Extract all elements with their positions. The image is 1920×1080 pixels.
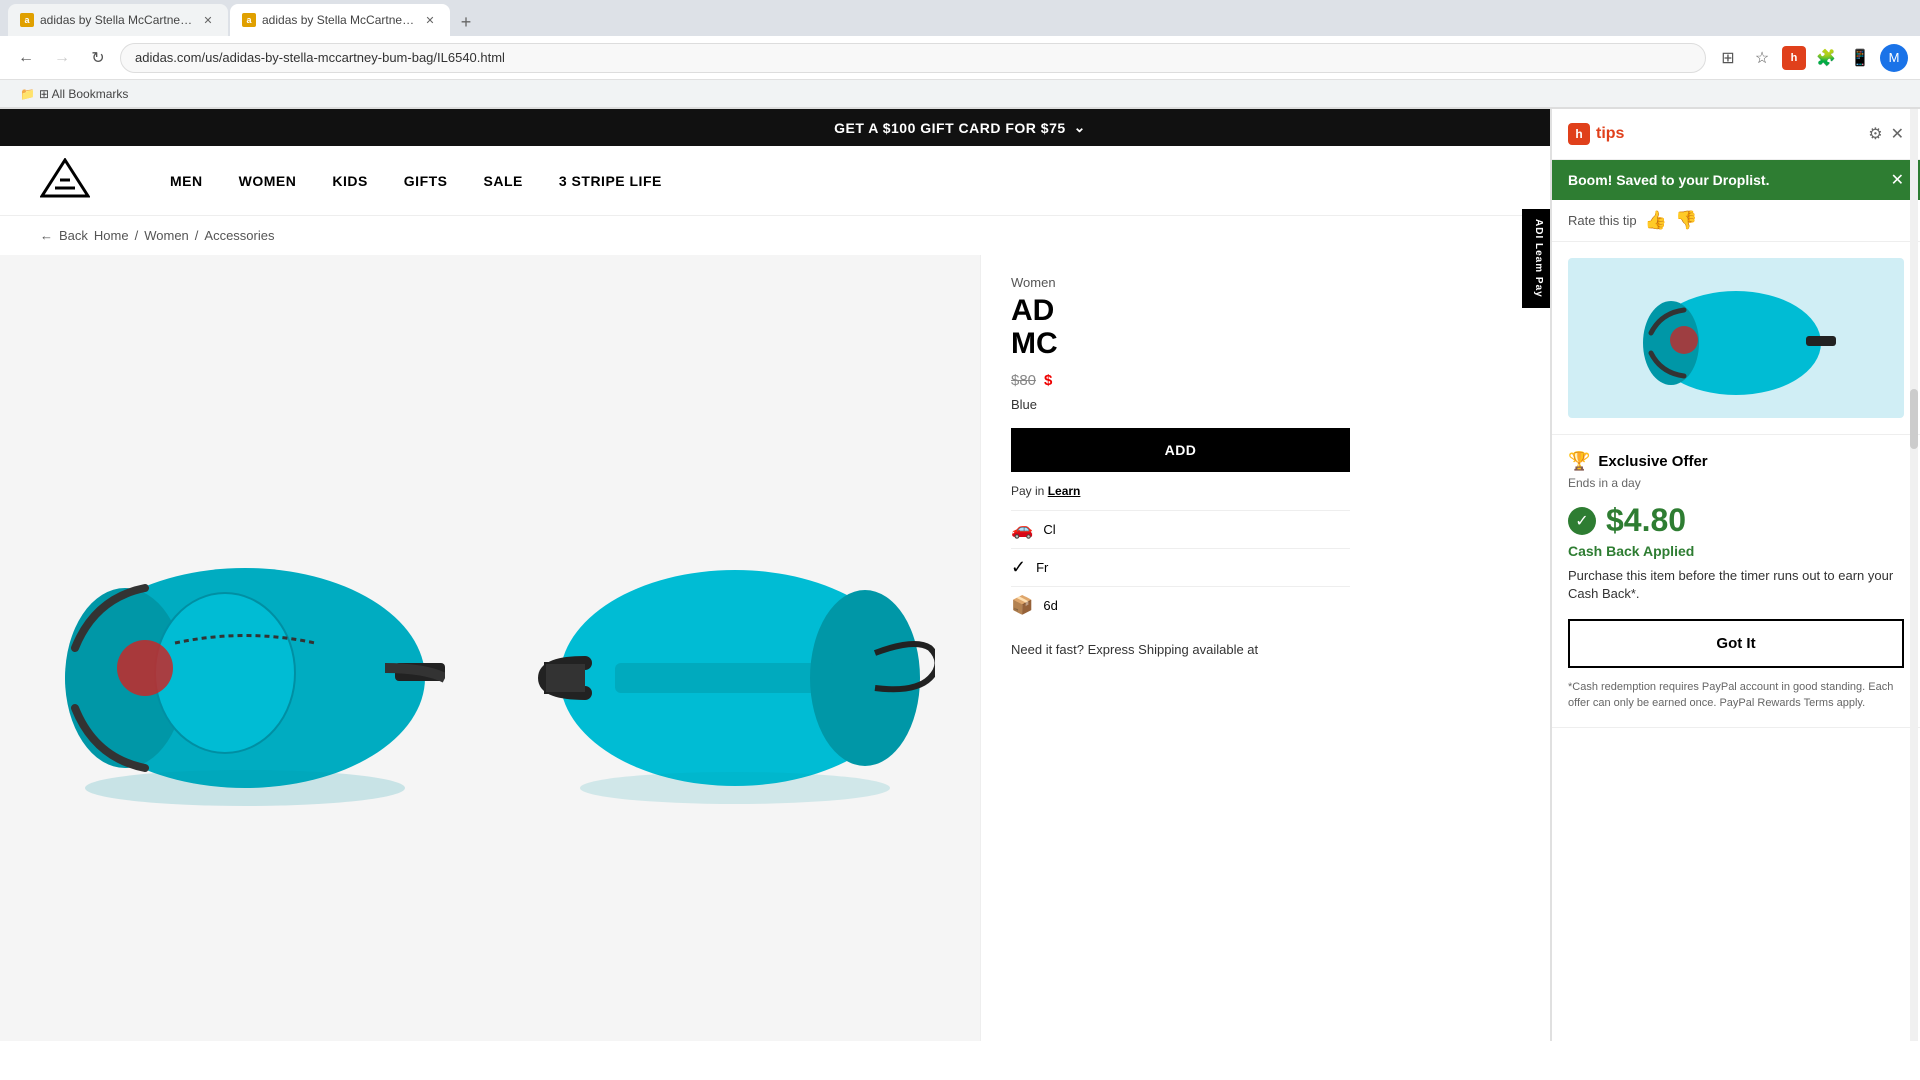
preview-image — [1568, 258, 1904, 418]
feature-icon-3: 📦 — [1011, 595, 1033, 616]
bookmark-star[interactable]: ☆ — [1748, 44, 1776, 72]
pay-options: Pay in Learn — [1011, 484, 1350, 498]
tab-1[interactable]: a adidas by Stella McCartney Bum... ✕ — [8, 4, 228, 36]
puzzle-icon[interactable]: 🧩 — [1812, 44, 1840, 72]
product-area: Women AD MC $80 $ Blue ADD Pay in Learn … — [0, 255, 1920, 1041]
bookmarks-bar: 📁 ⊞ All Bookmarks — [0, 80, 1920, 108]
refresh-button[interactable]: ↻ — [84, 44, 112, 72]
tips-panel: h tips ⚙ ✕ Boom! Saved to your Droplist.… — [1550, 255, 1920, 1041]
address-bar: ← → ↻ ⊞ ☆ h 🧩 📱 M — [0, 36, 1920, 80]
back-button[interactable]: ← — [12, 44, 40, 72]
adidas-logo-svg — [40, 158, 90, 198]
browser-chrome: a adidas by Stella McCartney Bum... ✕ a … — [0, 0, 1920, 109]
promo-chevron: ⌄ — [1074, 119, 1086, 136]
product-image-right — [490, 255, 980, 1041]
panel-scrollable: Boom! Saved to your Droplist. ✕ Rate thi… — [1552, 255, 1920, 1041]
tab-2-close[interactable]: ✕ — [422, 12, 438, 28]
page-content: GET A $100 GIFT CARD FOR $75 ⌄ MEN WOMEN… — [0, 109, 1920, 1041]
pay-text: Pay in — [1011, 484, 1044, 498]
url-field[interactable] — [120, 43, 1706, 73]
nav-stripe-life[interactable]: 3 STRIPE LIFE — [559, 173, 662, 189]
feature-icon-1: 🚗 — [1011, 519, 1033, 540]
offer-header: 🏆 Exclusive Offer — [1568, 451, 1904, 472]
offer-card: 🏆 Exclusive Offer Ends in a day ✓ $4.80 … — [1552, 435, 1920, 728]
cashback-amount-text: $4.80 — [1606, 502, 1686, 539]
offer-title: Exclusive Offer — [1598, 453, 1707, 470]
bag-image-right — [490, 255, 980, 1041]
extensions-button[interactable]: ⊞ — [1714, 44, 1742, 72]
product-title: AD MC — [1011, 294, 1350, 360]
feature-text-3: 6d — [1043, 598, 1057, 613]
tab-2[interactable]: a adidas by Stella McCartney Bum... ✕ — [230, 4, 450, 36]
profile-avatar[interactable]: M — [1880, 44, 1908, 72]
product-title-line1: AD — [1011, 294, 1350, 327]
adidas-logo[interactable] — [40, 158, 90, 203]
nav-gifts[interactable]: GIFTS — [404, 173, 448, 189]
nav-men[interactable]: MEN — [170, 173, 203, 189]
breadcrumb-home[interactable]: Home — [94, 228, 129, 243]
bag-svg-left — [45, 478, 445, 818]
promo-text: GET A $100 GIFT CARD FOR $75 — [834, 120, 1066, 136]
tab-2-title: adidas by Stella McCartney Bum... — [262, 13, 416, 27]
product-images — [0, 255, 980, 1041]
color-label: Blue — [1011, 397, 1350, 412]
side-accent-dark[interactable]: ADI Leam Pay — [1522, 255, 1550, 308]
tab-1-close[interactable]: ✕ — [200, 12, 216, 28]
learn-more-link[interactable]: Learn — [1048, 484, 1081, 498]
feature-item-3: 📦 6d — [1011, 586, 1350, 624]
product-details: Women AD MC $80 $ Blue ADD Pay in Learn … — [980, 255, 1380, 1041]
product-price: $80 $ — [1011, 372, 1350, 389]
bookmarks-folder-icon: 📁 — [20, 87, 35, 101]
nav-women[interactable]: WOMEN — [239, 173, 297, 189]
got-it-button[interactable]: Got It — [1568, 619, 1904, 668]
cashback-description: Purchase this item before the timer runs… — [1568, 567, 1904, 603]
new-tab-button[interactable]: + — [452, 8, 480, 36]
add-to-bag-button[interactable]: ADD — [1011, 428, 1350, 472]
product-preview — [1552, 255, 1920, 435]
offer-subtitle: Ends in a day — [1568, 476, 1904, 490]
nav-sale[interactable]: SALE — [484, 173, 523, 189]
honey-toolbar-icon[interactable]: h — [1782, 46, 1806, 70]
back-arrow-icon: ← — [40, 228, 53, 243]
offer-badge-icon: 🏆 — [1568, 451, 1590, 472]
breadcrumb-sep-1: / — [135, 228, 139, 243]
bag-svg-right — [535, 478, 935, 818]
back-link[interactable]: Back — [59, 228, 88, 243]
nav-kids[interactable]: KIDS — [332, 173, 367, 189]
tab-1-title: adidas by Stella McCartney Bum... — [40, 13, 194, 27]
need-fast-text: Need it fast? Express Shipping available… — [1011, 640, 1350, 660]
preview-bag-svg — [1636, 268, 1836, 408]
toolbar-icons: ⊞ ☆ h 🧩 📱 M — [1714, 44, 1908, 72]
bag-image-left — [0, 255, 490, 1041]
panel-scrollbar[interactable] — [1910, 255, 1918, 1041]
check-circle-icon: ✓ — [1568, 507, 1596, 535]
feature-text-1: Cl — [1043, 522, 1055, 537]
tab-1-favicon: a — [20, 13, 34, 27]
cashback-label: Cash Back Applied — [1568, 543, 1904, 559]
breadcrumb-accessories[interactable]: Accessories — [204, 228, 274, 243]
forward-button[interactable]: → — [48, 44, 76, 72]
breadcrumb-women[interactable]: Women — [144, 228, 189, 243]
feature-item-1: 🚗 Cl — [1011, 510, 1350, 548]
features-list: 🚗 Cl ✓ Fr 📦 6d — [1011, 510, 1350, 624]
feature-item-2: ✓ Fr — [1011, 548, 1350, 586]
panel-scrollbar-thumb — [1910, 389, 1918, 449]
feature-icon-2: ✓ — [1011, 557, 1026, 578]
product-category: Women — [1011, 275, 1350, 290]
product-title-line2: MC — [1011, 327, 1350, 360]
bookmarks-label[interactable]: 📁 ⊞ All Bookmarks — [12, 85, 136, 103]
tab-2-favicon: a — [242, 13, 256, 27]
tabs-bar: a adidas by Stella McCartney Bum... ✕ a … — [0, 0, 1920, 36]
cashback-amount: ✓ $4.80 — [1568, 502, 1904, 539]
product-image-left — [0, 255, 490, 1041]
price-sale: $ — [1044, 372, 1052, 389]
feature-text-2: Fr — [1036, 560, 1048, 575]
disclaimer-text: *Cash redemption requires PayPal account… — [1568, 680, 1904, 711]
price-original: $80 — [1011, 372, 1036, 389]
breadcrumb-sep-2: / — [195, 228, 199, 243]
phone-icon[interactable]: 📱 — [1846, 44, 1874, 72]
